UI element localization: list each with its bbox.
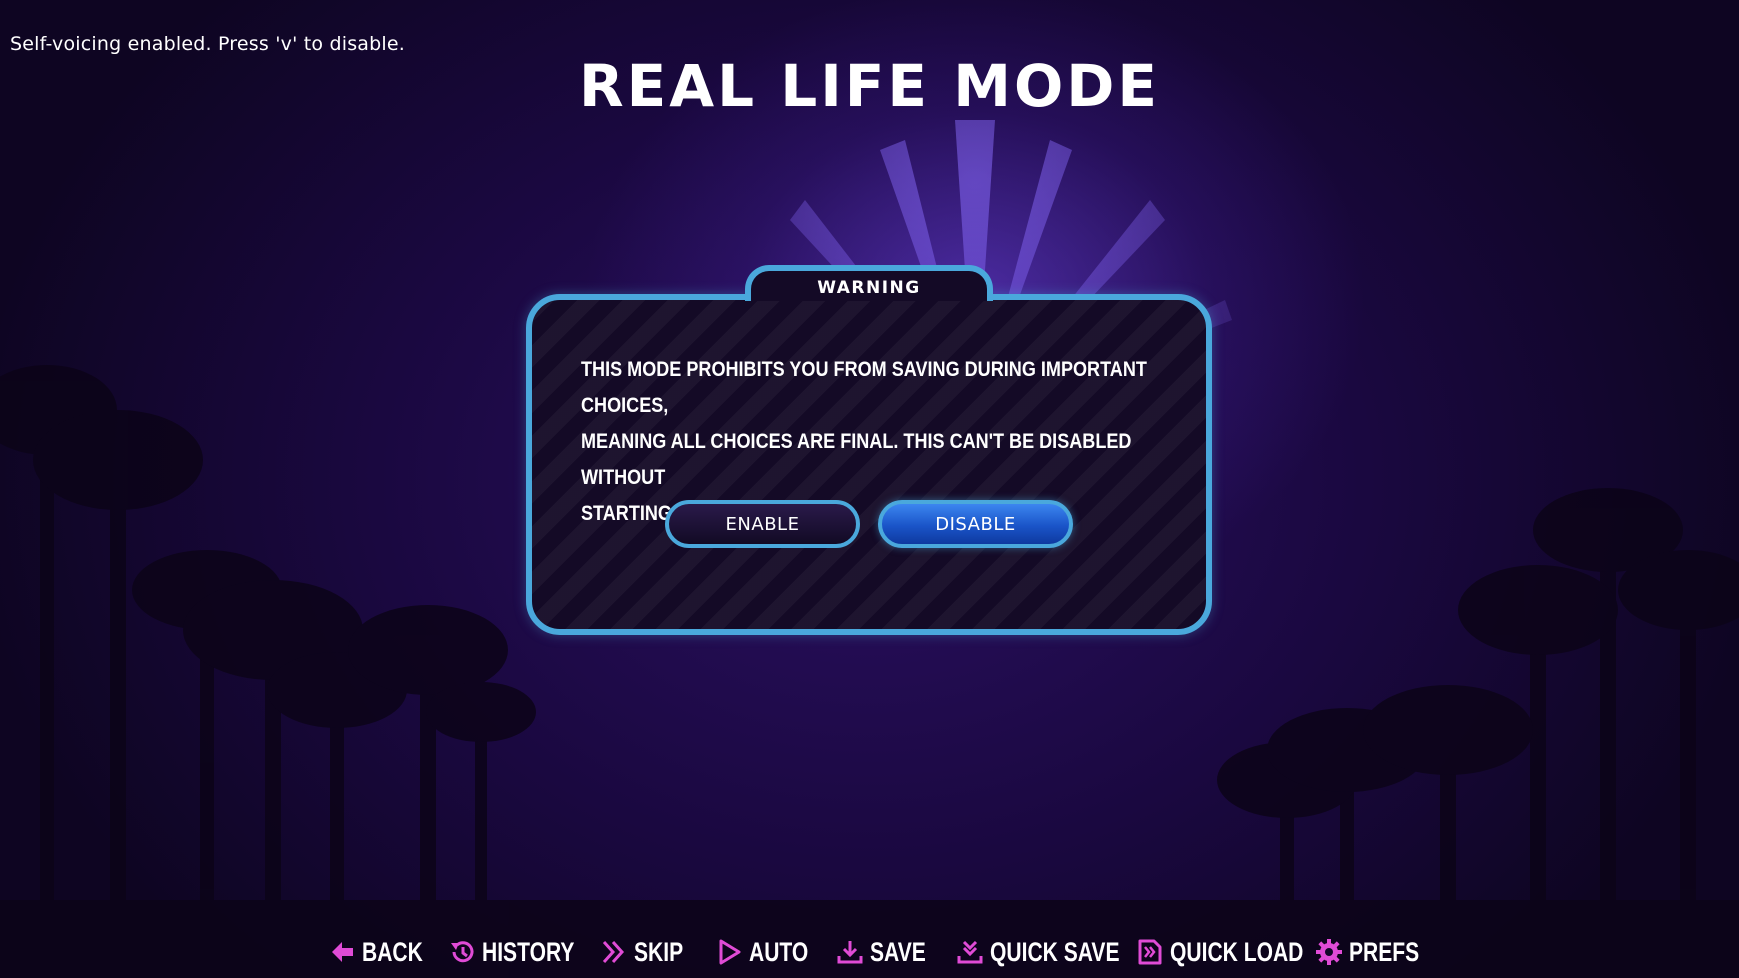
play-icon	[719, 939, 741, 965]
nav-prefs-label: PREFS	[1349, 936, 1420, 967]
skip-icon	[602, 940, 625, 964]
disable-button[interactable]: DISABLE	[878, 500, 1073, 548]
nav-save-label: SAVE	[870, 936, 926, 967]
quick-load-icon	[1138, 939, 1162, 965]
quick-menu: BACK HISTORY SKIP AUTO SAVE QUICK SAVE Q…	[0, 930, 1739, 974]
nav-prefs[interactable]: PREFS	[1315, 930, 1439, 974]
nav-quick-load[interactable]: QUICK LOAD	[1136, 930, 1341, 974]
enable-button[interactable]: ENABLE	[665, 500, 860, 548]
dialog-tab: WARNING	[745, 265, 993, 301]
dialog-tab-label: WARNING	[817, 278, 921, 298]
nav-back-label: BACK	[362, 936, 423, 967]
nav-quick-load-label: QUICK LOAD	[1170, 936, 1304, 967]
nav-history[interactable]: HISTORY	[448, 930, 601, 974]
page-title: REAL LIFE MODE	[578, 52, 1161, 120]
nav-auto-label: AUTO	[749, 936, 809, 967]
nav-auto[interactable]: AUTO	[715, 930, 825, 974]
nav-skip-label: SKIP	[634, 936, 684, 967]
gear-icon	[1316, 939, 1342, 965]
nav-history-label: HISTORY	[482, 936, 575, 967]
dialog-message: This mode prohibits you from saving duri…	[581, 358, 1147, 525]
nav-save[interactable]: SAVE	[836, 930, 942, 974]
arrow-left-icon	[332, 942, 353, 962]
download-icon	[837, 941, 863, 964]
history-icon	[451, 941, 474, 963]
quick-save-icon	[957, 940, 983, 964]
nav-skip[interactable]: SKIP	[600, 930, 697, 974]
nav-back[interactable]: BACK	[328, 930, 440, 974]
game-screen: Self-voicing enabled. Press 'v' to disab…	[0, 0, 1739, 978]
nav-quick-save-label: QUICK SAVE	[990, 936, 1120, 967]
nav-quick-save[interactable]: QUICK SAVE	[956, 930, 1156, 974]
